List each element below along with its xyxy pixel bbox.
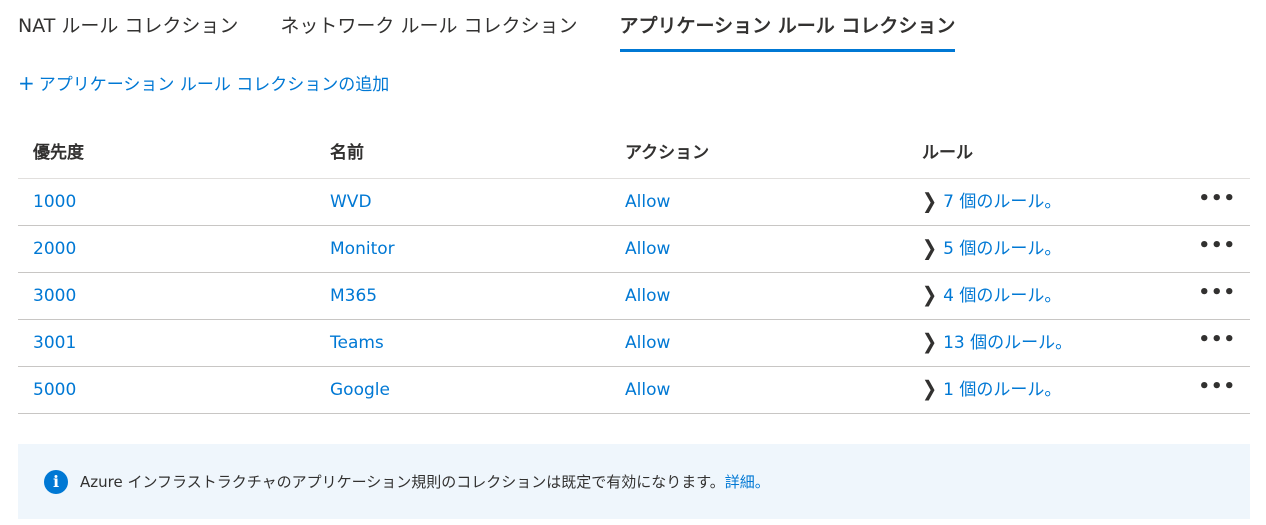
table-row[interactable]: 2000 Monitor Allow ❯ 5 個のルール。 ••• [18,226,1250,273]
action-cell[interactable]: Allow [625,226,670,272]
rules-count: 4 個のルール。 [943,286,1062,306]
name-cell[interactable]: Teams [330,320,384,366]
table-row[interactable]: 3000 M365 Allow ❯ 4 個のルール。 ••• [18,273,1250,320]
add-application-rule-collection-button[interactable]: + アプリケーション ルール コレクションの追加 [18,70,389,98]
name-cell[interactable]: Monitor [330,226,395,272]
tab-network-rule-collection[interactable]: ネットワーク ルール コレクション [280,0,577,52]
rules-count: 1 個のルール。 [943,380,1062,400]
rules-count: 13 個のルール。 [943,333,1073,353]
column-header-name[interactable]: 名前 [330,128,364,178]
chevron-right-icon: ❯ [922,236,938,261]
column-header-priority[interactable]: 優先度 [33,128,84,178]
name-cell[interactable]: WVD [330,179,372,225]
more-options-icon[interactable]: ••• [1198,273,1236,313]
rule-collection-table: 優先度 名前 アクション ルール 1000 WVD Allow ❯ 7 個のルール… [18,128,1250,414]
info-text: Azure インフラストラクチャのアプリケーション規則のコレクションは既定で有効… [80,473,725,491]
table-header: 優先度 名前 アクション ルール [18,128,1250,179]
action-cell[interactable]: Allow [625,367,670,413]
chevron-right-icon: ❯ [922,189,938,214]
rules-count: 5 個のルール。 [943,239,1062,259]
more-options-icon[interactable]: ••• [1198,367,1236,407]
action-cell[interactable]: Allow [625,179,670,225]
table-row[interactable]: 3001 Teams Allow ❯ 13 個のルール。 ••• [18,320,1250,367]
priority-cell[interactable]: 2000 [33,226,76,272]
priority-cell[interactable]: 5000 [33,367,76,413]
add-link-label: アプリケーション ルール コレクションの追加 [38,75,390,95]
chevron-right-icon: ❯ [922,377,938,402]
action-cell[interactable]: Allow [625,273,670,319]
tab-application-rule-collection[interactable]: アプリケーション ルール コレクション [619,0,955,52]
priority-cell[interactable]: 3000 [33,273,76,319]
info-icon: i [44,469,68,494]
table-row[interactable]: 5000 Google Allow ❯ 1 個のルール。 ••• [18,367,1250,414]
name-cell[interactable]: M365 [330,273,377,319]
rules-expander[interactable]: ❯ 5 個のルール。 [922,226,1061,272]
rules-expander[interactable]: ❯ 4 個のルール。 [922,273,1061,319]
priority-cell[interactable]: 3001 [33,320,76,366]
chevron-right-icon: ❯ [922,283,938,308]
rules-count: 7 個のルール。 [943,192,1062,212]
more-options-icon[interactable]: ••• [1198,226,1236,266]
more-options-icon[interactable]: ••• [1198,179,1236,219]
tab-bar: NAT ルール コレクション ネットワーク ルール コレクション アプリケーショ… [18,0,997,52]
info-banner: i Azure インフラストラクチャのアプリケーション規則のコレクションは既定で… [18,444,1250,519]
rules-expander[interactable]: ❯ 1 個のルール。 [922,367,1061,413]
action-cell[interactable]: Allow [625,320,670,366]
plus-icon: + [18,71,35,95]
more-options-icon[interactable]: ••• [1198,320,1236,360]
table-row[interactable]: 1000 WVD Allow ❯ 7 個のルール。 ••• [18,179,1250,226]
rules-expander[interactable]: ❯ 13 個のルール。 [922,320,1072,366]
tab-nat-rule-collection[interactable]: NAT ルール コレクション [18,0,238,52]
column-header-action[interactable]: アクション [625,128,709,178]
column-header-rules[interactable]: ルール [922,128,973,178]
chevron-right-icon: ❯ [922,330,938,355]
name-cell[interactable]: Google [330,367,390,413]
priority-cell[interactable]: 1000 [33,179,76,225]
learn-more-link[interactable]: 詳細。 [725,471,770,492]
rules-expander[interactable]: ❯ 7 個のルール。 [922,179,1061,225]
